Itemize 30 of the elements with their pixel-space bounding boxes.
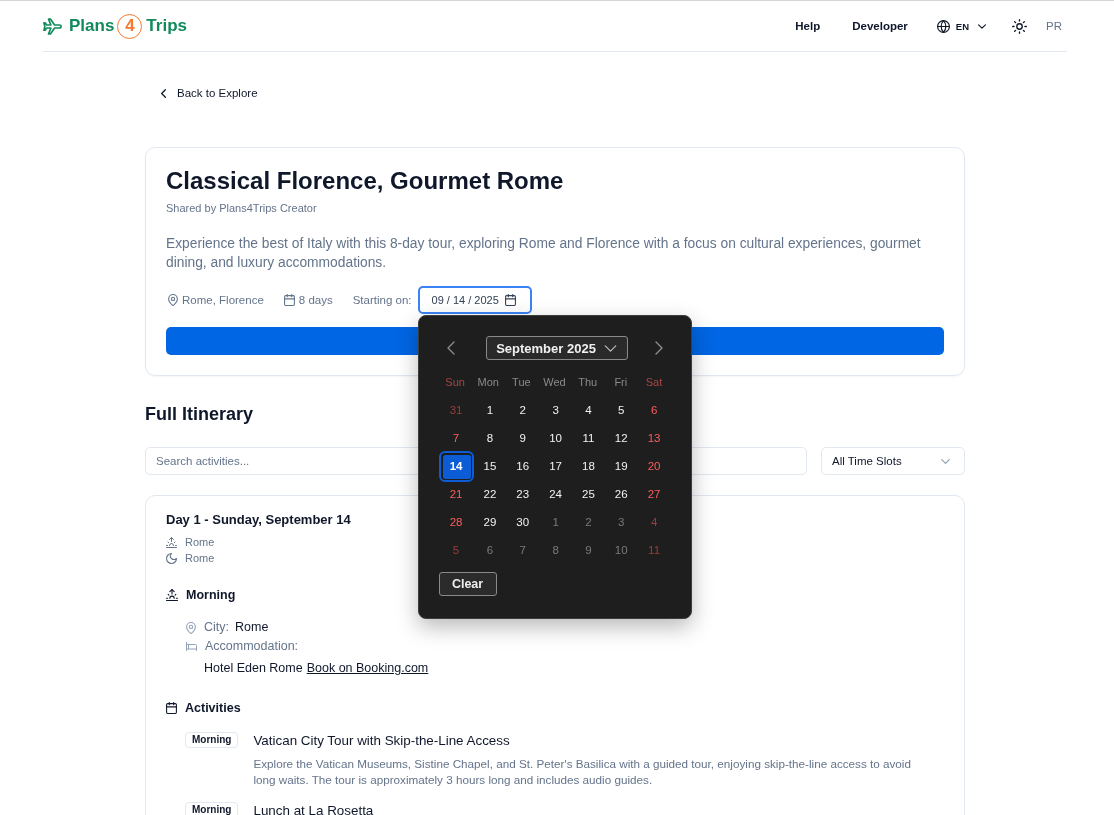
start-city: Rome <box>185 535 215 550</box>
end-city: Rome <box>185 551 215 566</box>
location-text: Rome, Florence <box>182 294 264 306</box>
activity-description: Explore the Vatican Museums, Sistine Chapel, and St. Peter's Basilica with a guided tour, enjoying skip-the-line access to avoid long waits. The tour is approximately 3 hours long and includes audio guides. <box>253 756 912 788</box>
weekday-label: Tue <box>511 375 532 390</box>
city-value: Rome <box>235 619 269 636</box>
weekday-label: Sat <box>644 375 664 390</box>
field-label: Accommodation: <box>205 638 299 655</box>
weekday-label: Sun <box>444 375 466 390</box>
weekday-label: Wed <box>542 375 567 390</box>
day-title: Day 1 - Sunday, September 14 <box>166 511 351 529</box>
shared-by-text: Shared by Plans4Trips Creator <box>166 201 317 215</box>
weekday-label: Thu <box>577 375 599 390</box>
activity-title: Vatican City Tour with Skip-the-Line Access <box>253 732 510 750</box>
weekday-label: Mon <box>476 375 500 390</box>
field-label: City: <box>204 619 229 636</box>
trip-description: Experience the best of Italy with this 8-day tour, exploring Rome and Florence with a focus on cultural experiences, gourmet dining, and luxury accommodations. <box>166 235 922 272</box>
time-slot-tag: Morning <box>185 732 239 748</box>
section-heading: Full Itinerary <box>145 403 254 426</box>
hotel-name: Hotel Eden Rome <box>204 660 303 677</box>
weekday-label: Fri <box>613 375 629 390</box>
period-title: Morning <box>186 587 236 604</box>
start-date-label: Starting on: <box>352 294 412 306</box>
section-title: Activities <box>185 700 241 717</box>
time-slot-tag: Morning <box>185 802 239 815</box>
activity-title: Lunch at La Rosetta <box>253 802 374 815</box>
logo-text: Plans <box>69 16 115 36</box>
logo-text: Trips <box>146 16 187 36</box>
duration-text: 8 days <box>298 294 333 306</box>
trip-title: Classical Florence, Gourmet Rome <box>166 167 565 195</box>
